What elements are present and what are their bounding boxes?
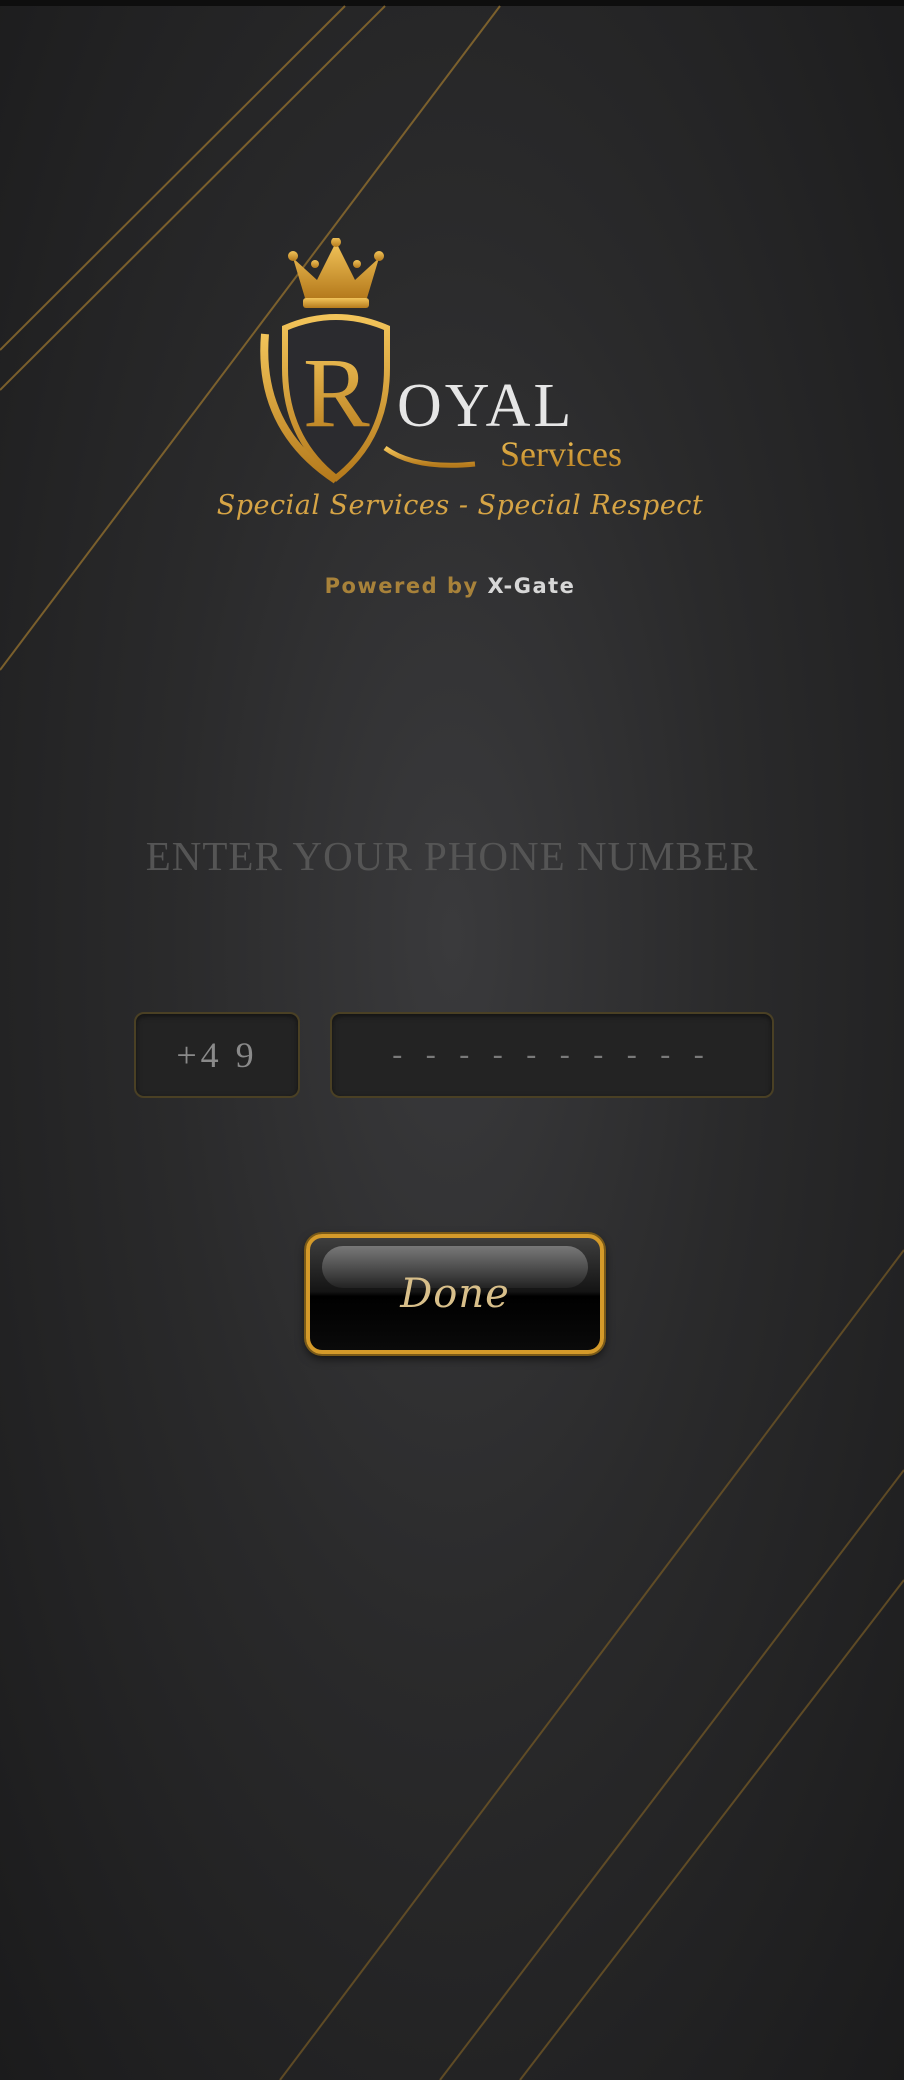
powered-brand-name: X-Gate — [487, 574, 576, 598]
crown-icon — [288, 238, 384, 308]
done-button-label: Done — [400, 1271, 510, 1317]
logo-sub: Services — [500, 434, 622, 474]
logo-word: OYAL — [397, 372, 574, 440]
phone-number-input[interactable] — [332, 1013, 772, 1097]
logo-letter-r: R — [303, 337, 370, 448]
tagline: Special Services - Special Respect — [216, 490, 704, 521]
powered-prefix: Powered by — [324, 574, 479, 598]
country-code-field[interactable]: +4 9 — [134, 1012, 300, 1098]
powered-by: Powered by X-Gate — [250, 574, 650, 598]
status-bar-strip — [0, 0, 904, 6]
royal-services-logo: R OYAL Services — [260, 238, 622, 484]
phone-number-field[interactable] — [330, 1012, 774, 1098]
phone-heading: ENTER YOUR PHONE NUMBER — [145, 833, 759, 879]
done-button[interactable]: Done — [306, 1234, 604, 1354]
